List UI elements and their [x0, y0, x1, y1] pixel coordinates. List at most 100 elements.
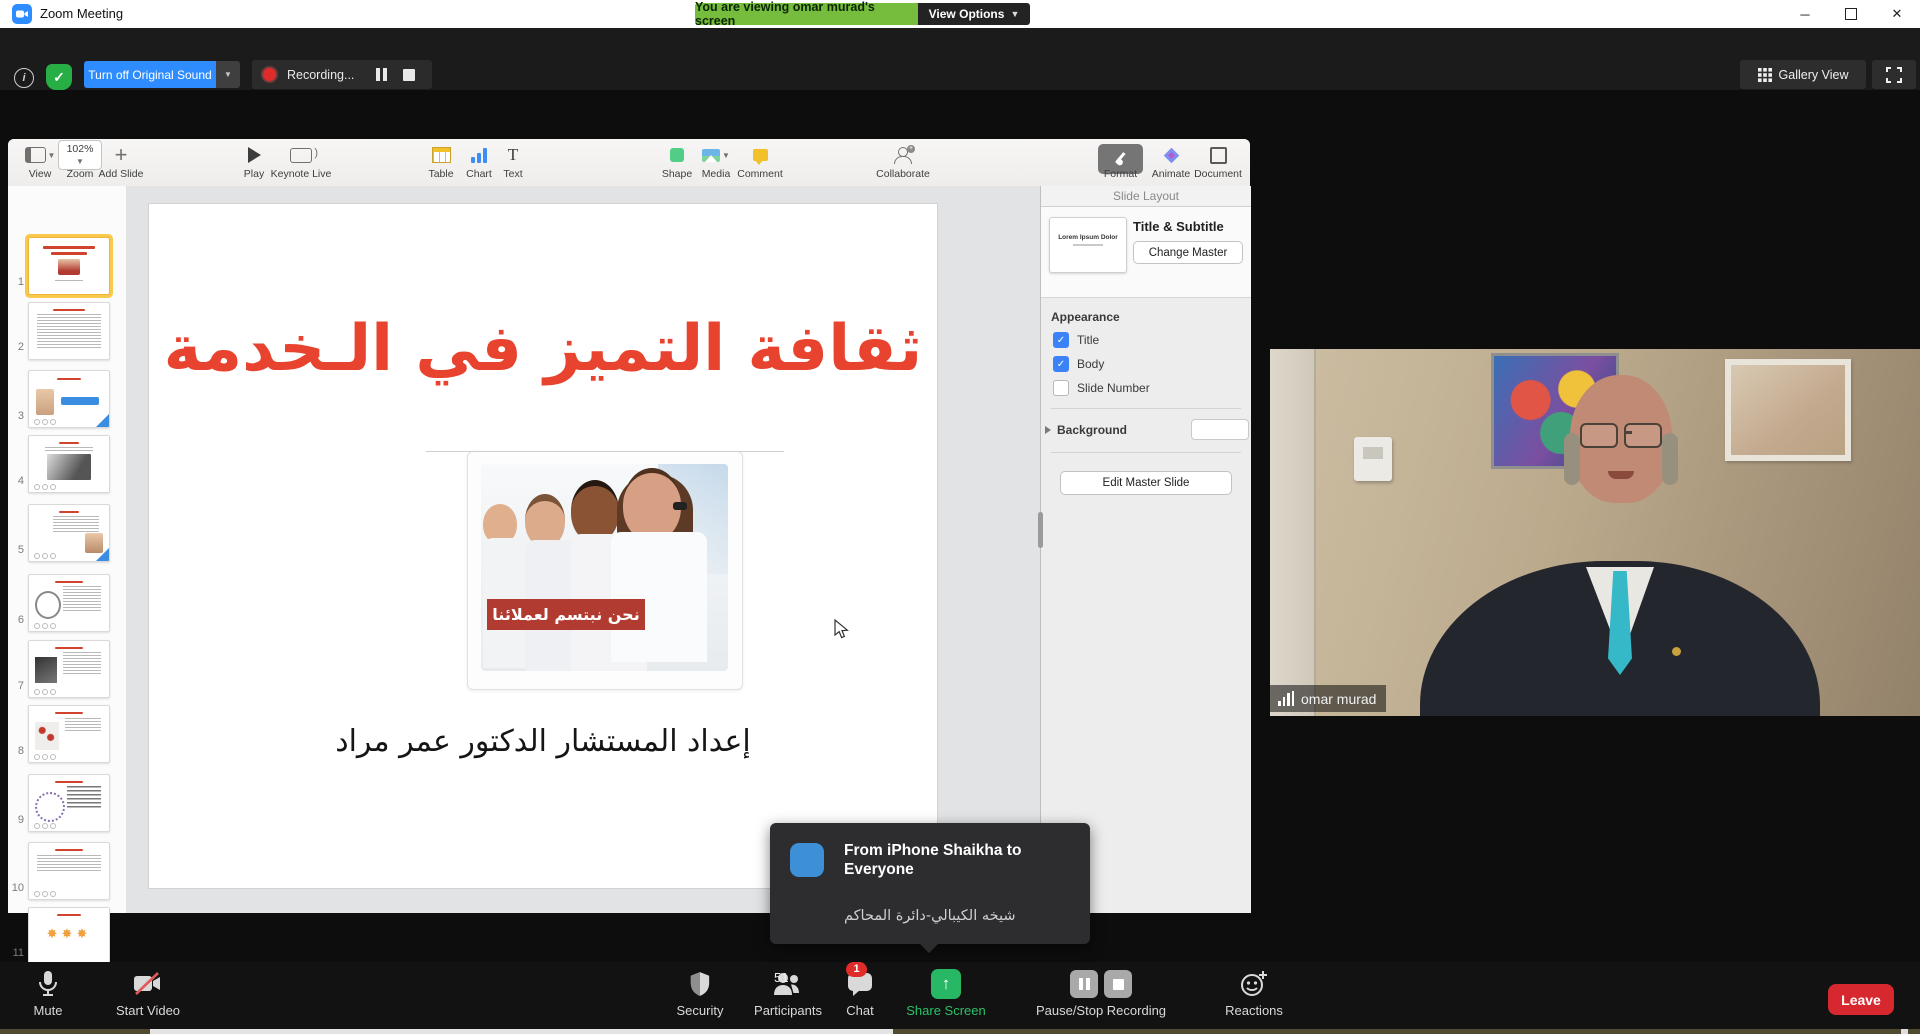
- meeting-toolbar: i ✓ Turn off Original Sound ▼ Recording.…: [0, 28, 1920, 90]
- current-slide[interactable]: ثقافة التميز في الـخدمة: [148, 203, 938, 889]
- checkbox-row-body[interactable]: ✓ Body: [1053, 356, 1251, 372]
- encryption-shield-icon[interactable]: ✓: [46, 64, 72, 90]
- keynote-document-button[interactable]: Document: [1190, 142, 1246, 184]
- keynote-table-button[interactable]: Table: [420, 142, 462, 184]
- reactions-button[interactable]: Reactions: [1218, 968, 1290, 1018]
- checkbox-checked-icon[interactable]: ✓: [1053, 332, 1069, 348]
- appearance-label: Appearance: [1051, 310, 1251, 324]
- checkbox-row-title[interactable]: ✓ Title: [1053, 332, 1251, 348]
- zoom-logo-icon: [12, 4, 32, 24]
- keynote-shape-button[interactable]: Shape: [656, 142, 698, 184]
- zoom-value: 102%: [67, 143, 94, 155]
- slide-title: ثقافة التميز في الـخدمة: [149, 312, 937, 386]
- edit-master-slide-button[interactable]: Edit Master Slide: [1060, 471, 1232, 495]
- slide-thumbnail-1[interactable]: [28, 237, 110, 295]
- maximize-button[interactable]: [1828, 0, 1874, 28]
- animate-icon: [1163, 147, 1179, 163]
- slide-image-frame[interactable]: نحن نبتسم لعملائنا: [467, 451, 743, 690]
- recording-dot-icon: [263, 68, 276, 81]
- wall-painting-beige: [1725, 359, 1851, 461]
- window-titlebar: Zoom Meeting You are viewing omar murad'…: [0, 0, 1920, 28]
- comment-icon: [753, 149, 768, 161]
- slide-thumbnail-9[interactable]: [28, 774, 110, 832]
- background-color-well[interactable]: [1191, 419, 1249, 440]
- slide-thumbnail-11[interactable]: ✸✸✸: [28, 907, 110, 965]
- master-thumbnail[interactable]: Lorem Ipsum Dolor: [1049, 217, 1127, 273]
- slide-thumbnail-6[interactable]: [28, 574, 110, 632]
- security-button[interactable]: Security: [668, 968, 732, 1018]
- camera-off-icon: [131, 971, 165, 997]
- format-inspector-panel: Slide Layout Lorem Ipsum Dolor Title & S…: [1040, 186, 1251, 913]
- keynote-live-button[interactable]: Keynote Live: [266, 142, 336, 184]
- close-button[interactable]: ✕: [1874, 0, 1920, 28]
- chat-unread-badge: 1: [846, 962, 867, 977]
- keynote-add-slide-button[interactable]: + Add Slide: [96, 142, 146, 184]
- format-label-wrap: Format: [1098, 142, 1143, 184]
- original-sound-button[interactable]: Turn off Original Sound: [84, 61, 216, 88]
- original-sound-dropdown[interactable]: ▼: [216, 61, 240, 88]
- play-icon: [248, 147, 261, 163]
- keynote-media-button[interactable]: ▼ Media: [694, 142, 738, 184]
- slide-thumbnail-8[interactable]: [28, 705, 110, 763]
- slide-thumbnail-panel: 1 2 3 4 5: [8, 186, 127, 913]
- leave-button[interactable]: Leave: [1828, 984, 1894, 1015]
- participants-button[interactable]: 51 Participants: [740, 968, 836, 1018]
- participant-name: omar murad: [1301, 691, 1376, 707]
- checkbox-unchecked-icon[interactable]: [1053, 380, 1069, 396]
- meeting-info-icon[interactable]: i: [14, 68, 34, 88]
- disclosure-triangle-icon[interactable]: [1045, 426, 1051, 434]
- slide-thumbnail-10[interactable]: [28, 842, 110, 900]
- keynote-collaborate-button[interactable]: + Collaborate: [870, 142, 936, 184]
- slide-photo: نحن نبتسم لعملائنا: [481, 464, 728, 671]
- slide-thumbnail-4[interactable]: [28, 435, 110, 493]
- slide-canvas: ثقافة التميز في الـخدمة: [126, 186, 1040, 913]
- smiley-plus-icon: [1240, 970, 1268, 998]
- pause-recording-icon[interactable]: [1070, 970, 1098, 998]
- microphone-icon: [37, 970, 59, 998]
- wall-thermostat: [1354, 437, 1392, 481]
- stop-recording-button[interactable]: [403, 69, 415, 81]
- media-icon: [702, 149, 720, 162]
- participant-body: [1420, 561, 1820, 716]
- change-master-button[interactable]: Change Master: [1133, 241, 1243, 264]
- glasses: [1580, 423, 1662, 448]
- plus-icon: +: [115, 145, 128, 165]
- chat-avatar: [790, 843, 824, 877]
- chat-button[interactable]: 1 Chat: [830, 968, 890, 1018]
- participant-video-tile[interactable]: omar murad: [1270, 349, 1920, 716]
- participant-face: [1570, 375, 1672, 503]
- keynote-comment-button[interactable]: Comment: [734, 142, 786, 184]
- table-icon: [432, 147, 451, 163]
- panel-splitter-handle[interactable]: [1038, 512, 1043, 548]
- collaborate-icon: +: [894, 147, 912, 163]
- mute-button[interactable]: Mute: [18, 968, 78, 1018]
- view-options-button[interactable]: View Options ▼: [918, 3, 1030, 25]
- keynote-animate-button[interactable]: Animate: [1147, 142, 1195, 184]
- checkbox-row-slide-number[interactable]: Slide Number: [1053, 380, 1251, 396]
- slide-thumbnail-5[interactable]: [28, 504, 110, 562]
- fullscreen-button[interactable]: [1872, 60, 1916, 89]
- checkbox-checked-icon[interactable]: ✓: [1053, 356, 1069, 372]
- chevron-down-icon: ▼: [1010, 9, 1019, 19]
- background-row[interactable]: Background: [1045, 419, 1249, 440]
- keynote-view-button[interactable]: ▼ View: [18, 142, 62, 184]
- slide-thumbnail-3[interactable]: [28, 370, 110, 428]
- master-slide-card: Lorem Ipsum Dolor Title & Subtitle Chang…: [1041, 207, 1251, 298]
- maximize-icon: [1845, 8, 1857, 20]
- pause-stop-recording-button[interactable]: Pause/Stop Recording: [1026, 968, 1176, 1018]
- grid-icon: [1758, 68, 1772, 82]
- zoom-meeting-window: Zoom Meeting You are viewing omar murad'…: [0, 0, 1920, 1034]
- gallery-view-button[interactable]: Gallery View: [1740, 60, 1866, 89]
- share-screen-button[interactable]: ↑ Share Screen: [898, 968, 994, 1018]
- photo-caption-banner: نحن نبتسم لعملائنا: [487, 599, 645, 630]
- slide-thumbnail-7[interactable]: [28, 640, 110, 698]
- viewing-screen-banner: You are viewing omar murad's screen: [695, 3, 918, 25]
- keynote-text-button[interactable]: T Text: [494, 142, 532, 184]
- slide-thumbnail-2[interactable]: [28, 302, 110, 360]
- minimize-button[interactable]: ─: [1782, 0, 1828, 28]
- recording-indicator: Recording...: [252, 60, 432, 89]
- chat-notification-popup[interactable]: From iPhone Shaikha to Everyone شيخه الك…: [770, 823, 1090, 944]
- stop-recording-icon[interactable]: [1104, 970, 1132, 998]
- start-video-button[interactable]: Start Video: [108, 968, 188, 1018]
- pause-recording-button[interactable]: [376, 68, 387, 81]
